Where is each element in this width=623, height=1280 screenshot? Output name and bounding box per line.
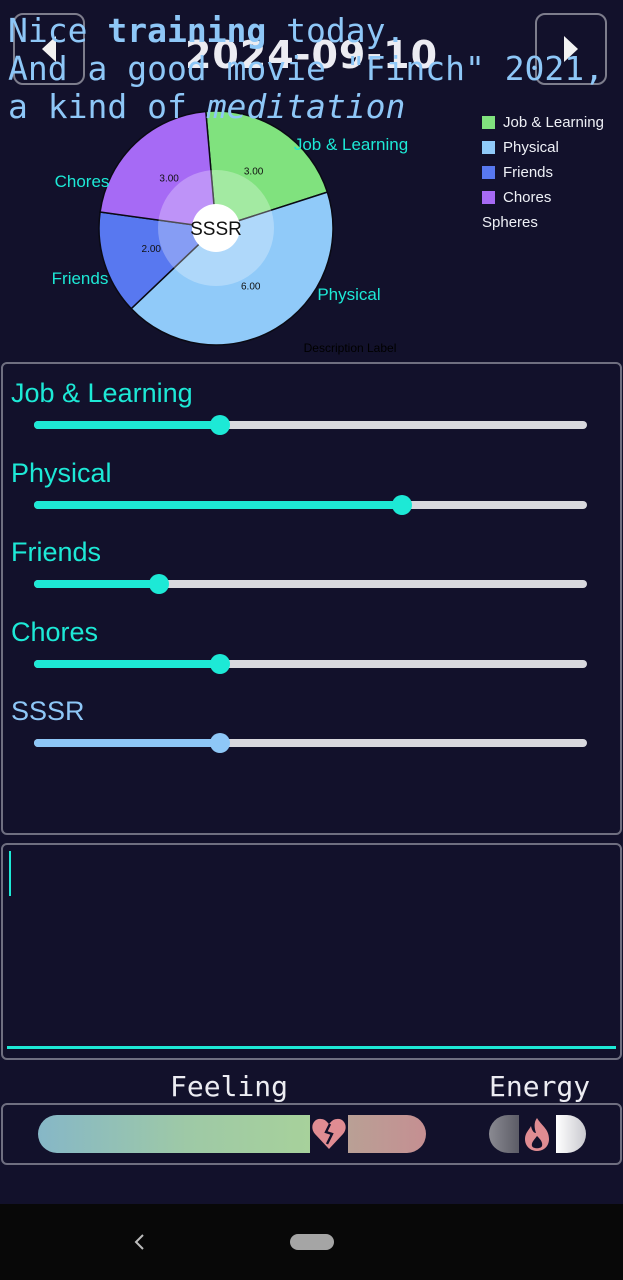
text-cursor: [9, 851, 11, 896]
note-underline: [7, 1046, 616, 1049]
pie-slice-label: Friends: [52, 269, 109, 288]
feeling-label: Feeling: [170, 1070, 289, 1103]
flame-icon[interactable]: [521, 1116, 554, 1152]
slider-fill: [34, 580, 159, 588]
home-pill-button[interactable]: [290, 1234, 334, 1250]
feeling-slider-right[interactable]: [348, 1115, 426, 1153]
legend-swatch: [482, 191, 495, 204]
pie-value-label: 3.00: [244, 166, 264, 177]
slider-fill: [34, 659, 220, 668]
legend-item: Friends: [482, 160, 604, 185]
slider-track[interactable]: [34, 415, 587, 435]
slider-thumb[interactable]: [209, 415, 230, 435]
slider-thumb[interactable]: [209, 733, 230, 753]
slider-track[interactable]: [34, 733, 587, 753]
pie-slice-label: Chores: [55, 172, 110, 191]
note-italic-word: meditation: [206, 87, 406, 126]
pie-center-label: SSSR: [190, 219, 242, 240]
slider-label: Physical: [11, 457, 112, 488]
pie-value-label: 2.00: [142, 244, 162, 255]
slider-label: Job & Learning: [11, 378, 193, 408]
legend-label: Physical: [503, 139, 559, 156]
pie-value-label: 3.00: [159, 174, 179, 185]
sliders-panel: [1, 362, 622, 835]
slider-label: Chores: [11, 616, 99, 647]
legend-label: Chores: [503, 189, 552, 206]
slider-track[interactable]: [34, 653, 587, 674]
note-text[interactable]: Nice training today. And a good movie "F…: [8, 12, 615, 126]
energy-label: Energy: [489, 1070, 591, 1103]
note-bold-word: training: [107, 11, 267, 50]
legend-swatch: [482, 141, 495, 154]
pie-slice-label: Physical: [317, 285, 380, 304]
back-icon[interactable]: [130, 1231, 150, 1253]
chart-description-label: Description Label: [304, 341, 397, 355]
slider-fill: [34, 421, 220, 429]
slider-thumb[interactable]: [148, 574, 169, 594]
legend-item: Physical: [482, 135, 604, 160]
note-panel[interactable]: [1, 843, 622, 1060]
pie-slice-label: Job & Learning: [294, 135, 408, 154]
note-line2: And a good movie "Finch" 2021,: [8, 49, 605, 88]
slider-label: Friends: [11, 537, 102, 567]
chart-legend: Job & Learning Physical Friends Chores Sphe…: [482, 110, 604, 235]
legend-label: Friends: [503, 164, 554, 181]
note-line1-end: today.: [266, 11, 406, 50]
energy-slider-left[interactable]: [489, 1115, 519, 1153]
slider-track[interactable]: [34, 494, 587, 515]
note-line1-start: Nice: [8, 11, 108, 50]
legend-item: Chores: [482, 185, 604, 210]
slider-thumb[interactable]: [209, 653, 230, 674]
legend-swatch: [482, 166, 495, 179]
feeling-slider-left[interactable]: [38, 1115, 310, 1153]
legend-title: Spheres: [482, 214, 538, 231]
broken-heart-icon[interactable]: [311, 1117, 347, 1151]
slider-label: SSSR: [11, 696, 85, 726]
pie-value-label: 6.00: [241, 281, 261, 292]
note-line3-start: a kind of: [8, 87, 207, 126]
slider-track[interactable]: [34, 574, 587, 594]
slider-fill: [34, 739, 220, 747]
slider-thumb[interactable]: [391, 494, 412, 515]
slider-fill: [34, 500, 402, 509]
